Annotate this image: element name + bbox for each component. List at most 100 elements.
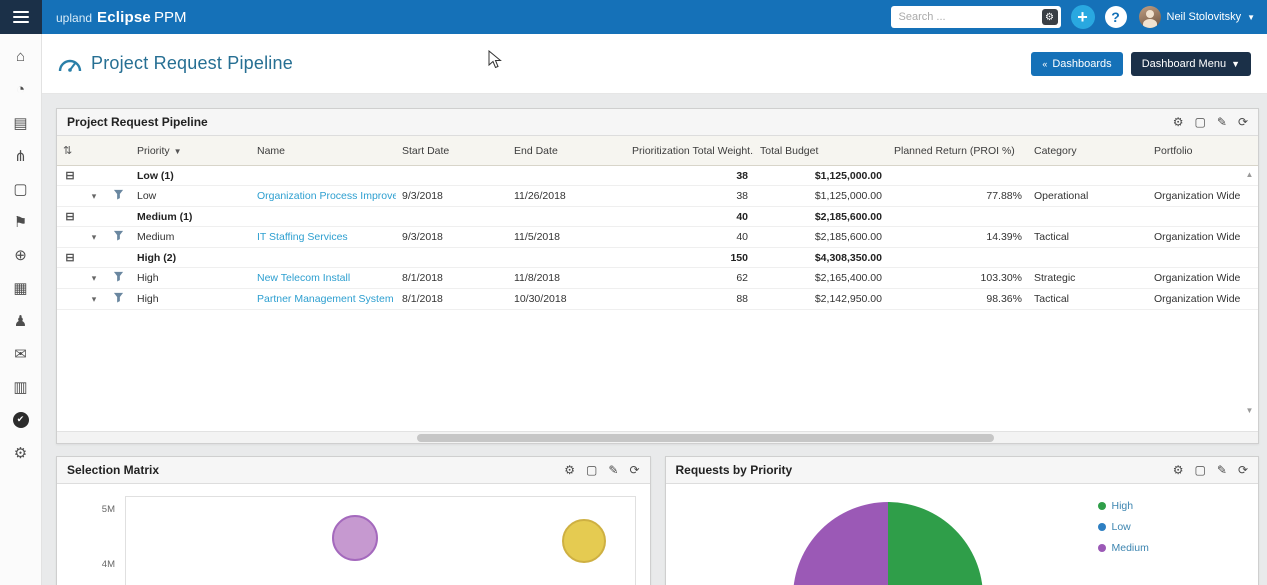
chart-bubble[interactable] (562, 519, 606, 563)
user-menu[interactable]: Neil Stolovitsky ▼ (1139, 6, 1256, 28)
table-group-row[interactable]: ⊟ Low (1) 38 $1,125,000.00 (57, 166, 1258, 186)
table-row[interactable]: ▾ Low Organization Process Improvem... 9… (57, 186, 1258, 207)
cell-weight: 62 (626, 268, 754, 289)
scroll-down-icon[interactable]: ▼ (1246, 406, 1254, 415)
column-header-priority[interactable]: Priority▼ (131, 136, 251, 166)
scroll-up-icon[interactable]: ▲ (1246, 170, 1254, 179)
reports-icon: ▤ (13, 114, 27, 132)
user-name: Neil Stolovitsky (1167, 11, 1242, 23)
dashboard-icon: ◔ (16, 81, 25, 98)
cell-start-date: 9/3/2018 (396, 227, 508, 248)
table-row[interactable]: ▾ High New Telecom Install 8/1/2018 11/8… (57, 268, 1258, 289)
widget-title: Selection Matrix (67, 463, 159, 477)
widget-refresh-icon[interactable]: ⟳ (1238, 116, 1248, 128)
gear-icon: ⚙ (14, 444, 27, 462)
row-expand-icon[interactable]: ▾ (92, 294, 97, 304)
person-icon: ♟ (14, 312, 27, 330)
drilldown-icon[interactable] (113, 191, 124, 203)
row-expand-icon[interactable]: ▾ (92, 273, 97, 283)
widget-settings-icon[interactable]: ⚙ (1173, 464, 1184, 476)
widget-maximize-icon[interactable]: ▢ (1195, 464, 1206, 476)
table-group-row[interactable]: ⊟ High (2) 150 $4,308,350.00 (57, 248, 1258, 268)
column-header-proi[interactable]: Planned Return (PROI %) (888, 136, 1028, 166)
main-area: Project Request Pipeline « Dashboards Da… (42, 34, 1267, 585)
column-header-budget[interactable]: Total Budget (754, 136, 888, 166)
column-header-category[interactable]: Category (1028, 136, 1148, 166)
check-circle-icon: ✔ (13, 412, 29, 428)
legend-item[interactable]: Medium (1098, 542, 1149, 554)
column-header-start-date[interactable]: Start Date (396, 136, 508, 166)
sidebar-item-dashboards[interactable]: ◔ (0, 73, 42, 106)
row-expand-icon[interactable]: ▾ (92, 191, 97, 201)
sidebar-item-discussions[interactable]: ✉ (0, 337, 42, 370)
search-options-icon[interactable]: ⚙ (1042, 9, 1058, 25)
collapse-group-icon[interactable]: ⊟ (65, 252, 74, 264)
cell-priority: High (131, 268, 251, 289)
global-search: ⚙ (891, 6, 1061, 28)
sidebar-item-organization[interactable]: ⋔ (0, 139, 42, 172)
sidebar-item-people[interactable]: ♟ (0, 304, 42, 337)
widget-refresh-icon[interactable]: ⟳ (629, 464, 639, 476)
dashboards-button[interactable]: « Dashboards (1031, 52, 1122, 76)
widget-refresh-icon[interactable]: ⟳ (1238, 464, 1248, 476)
request-link[interactable]: Partner Management System (257, 293, 394, 305)
notes-icon: ▥ (13, 378, 27, 396)
widget-settings-icon[interactable]: ⚙ (1173, 116, 1184, 128)
widget-edit-icon[interactable]: ✎ (608, 464, 618, 476)
column-header-portfolio[interactable]: Portfolio (1148, 136, 1258, 166)
legend-label: High (1112, 500, 1134, 512)
widget-maximize-icon[interactable]: ▢ (1195, 116, 1206, 128)
icon-column-header (105, 136, 131, 166)
request-link[interactable]: IT Staffing Services (257, 231, 348, 243)
horizontal-scrollbar[interactable] (57, 431, 1258, 443)
collapse-group-icon[interactable]: ⊟ (65, 170, 74, 182)
vertical-scrollbar[interactable]: ▲ ▼ (1243, 170, 1256, 415)
sidebar-item-home[interactable]: ⌂ (0, 40, 42, 73)
hamburger-menu-button[interactable] (0, 0, 42, 34)
sidebar-item-approvals[interactable]: ✔ (0, 403, 42, 436)
row-expand-icon[interactable]: ▾ (92, 232, 97, 242)
search-input[interactable] (899, 11, 1042, 23)
scrollbar-thumb[interactable] (417, 434, 993, 442)
cell-weight: 38 (626, 186, 754, 207)
collapse-group-icon[interactable]: ⊟ (65, 211, 74, 223)
brand-ppm: PPM (154, 9, 187, 26)
cell-budget: $2,142,950.00 (754, 289, 888, 310)
widget-edit-icon[interactable]: ✎ (1217, 116, 1227, 128)
cell-end-date: 10/30/2018 (508, 289, 626, 310)
priority-pie[interactable] (793, 502, 983, 585)
legend-item[interactable]: Low (1098, 521, 1149, 533)
sidebar-item-resources[interactable]: ⊕ (0, 238, 42, 271)
drilldown-icon[interactable] (113, 232, 124, 244)
cell-priority: Medium (1) (131, 207, 251, 227)
group-column-header[interactable]: ⇅ (57, 136, 83, 166)
column-header-name[interactable]: Name (251, 136, 396, 166)
table-row[interactable]: ▾ High Partner Management System 8/1/201… (57, 289, 1258, 310)
pipeline-widget: Project Request Pipeline ⚙ ▢ ✎ ⟳ (56, 108, 1259, 444)
widget-settings-icon[interactable]: ⚙ (564, 464, 575, 476)
widget-edit-icon[interactable]: ✎ (1217, 464, 1227, 476)
chart-bubble[interactable] (332, 515, 378, 561)
cell-category: Tactical (1028, 289, 1148, 310)
drilldown-icon[interactable] (113, 273, 124, 285)
folder-icon: ▢ (13, 180, 27, 198)
drilldown-icon[interactable] (113, 294, 124, 306)
sidebar-item-timesheets[interactable]: ▦ (0, 271, 42, 304)
table-row[interactable]: ▾ Medium IT Staffing Services 9/3/2018 1… (57, 227, 1258, 248)
column-header-end-date[interactable]: End Date (508, 136, 626, 166)
request-link[interactable]: New Telecom Install (257, 272, 350, 284)
help-button[interactable]: ? (1105, 6, 1127, 28)
table-group-row[interactable]: ⊟ Medium (1) 40 $2,185,600.00 (57, 207, 1258, 227)
add-new-button[interactable]: + (1071, 5, 1095, 29)
sidebar-item-portfolios[interactable]: ⚑ (0, 205, 42, 238)
dashboard-menu-button[interactable]: Dashboard Menu ▼ (1131, 52, 1251, 76)
sidebar-item-notes[interactable]: ▥ (0, 370, 42, 403)
legend-item[interactable]: High (1098, 500, 1149, 512)
sidebar-item-projects[interactable]: ▢ (0, 172, 42, 205)
column-header-weight[interactable]: Prioritization Total Weight... (626, 136, 754, 166)
sidebar-item-reports[interactable]: ▤ (0, 106, 42, 139)
request-link[interactable]: Organization Process Improvem... (257, 190, 396, 202)
sidebar-item-settings[interactable]: ⚙ (0, 436, 42, 469)
widget-maximize-icon[interactable]: ▢ (586, 464, 597, 476)
cell-proi: 98.36% (888, 289, 1028, 310)
